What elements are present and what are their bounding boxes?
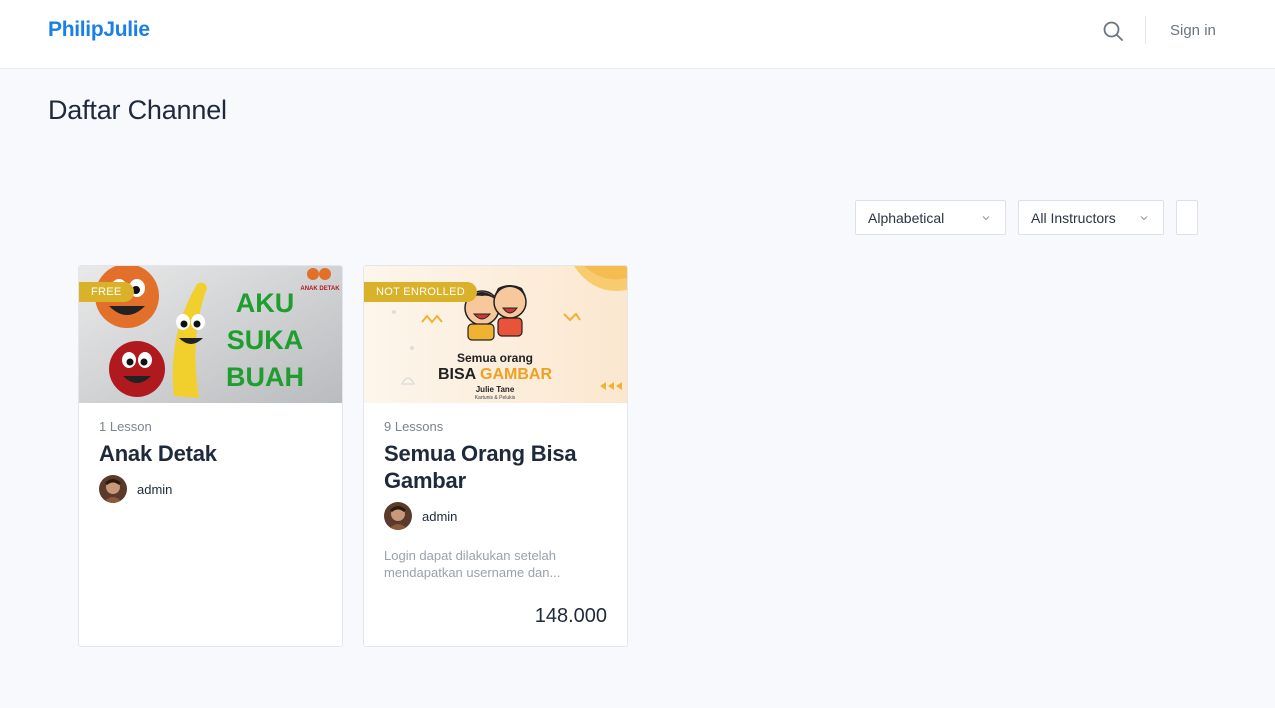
course-title[interactable]: Anak Detak <box>99 440 324 467</box>
course-description: Login dapat dilakukan setelah mendapatka… <box>384 548 561 580</box>
sort-select-value: Alphabetical <box>868 209 945 226</box>
sort-select[interactable]: Alphabetical <box>855 200 1006 235</box>
course-card[interactable]: Semua orang BISA GAMBAR Julie Tane Kartu… <box>363 265 628 647</box>
course-author[interactable]: admin <box>99 475 172 503</box>
lesson-count: 9 Lessons <box>384 419 444 434</box>
thumb-text-line: BISA GAMBAR <box>438 366 553 383</box>
thumb-text-line: BUAH <box>226 362 304 392</box>
chevron-down-icon <box>1140 216 1148 221</box>
thumb-text-gambar: GAMBAR <box>480 366 552 383</box>
instructor-select-value: All Instructors <box>1031 209 1116 226</box>
chevron-down-icon <box>982 216 990 221</box>
thumb-author: Julie Tane <box>476 385 515 394</box>
thumb-logo-text: ANAK DETAK <box>300 286 340 292</box>
extra-filter-button[interactable] <box>1176 200 1198 235</box>
search-icon[interactable] <box>1101 19 1125 43</box>
course-title[interactable]: Semua Orang Bisa Gambar <box>384 440 609 494</box>
avatar <box>384 502 412 530</box>
page-title: Daftar Channel <box>48 95 227 125</box>
status-badge: NOT ENROLLED <box>364 282 477 302</box>
thumb-text-bisa: BISA <box>438 366 480 383</box>
thumb-text-line: SUKA <box>227 325 304 355</box>
author-name: admin <box>137 481 173 497</box>
thumb-text-line: AKU <box>236 288 295 318</box>
avatar <box>99 475 127 503</box>
thumb-subtitle: Kartunis & Pelukis <box>475 395 516 401</box>
top-header: PhilipJulie Sign in <box>0 0 1275 69</box>
course-card[interactable]: AKU SUKA BUAH ANAK DETAK FREE 1 Lesson A… <box>78 265 343 647</box>
instructor-select[interactable]: All Instructors <box>1018 200 1164 235</box>
header-divider <box>1145 16 1146 44</box>
sign-in-link[interactable]: Sign in <box>1170 22 1216 39</box>
lesson-count: 1 Lesson <box>99 419 152 434</box>
site-logo[interactable]: PhilipJulie <box>48 18 150 42</box>
thumb-text-line: Semua orang <box>457 351 533 365</box>
course-author[interactable]: admin <box>384 502 457 530</box>
author-name: admin <box>422 508 458 524</box>
status-badge: FREE <box>79 282 134 302</box>
course-price: 148.000 <box>534 605 607 627</box>
